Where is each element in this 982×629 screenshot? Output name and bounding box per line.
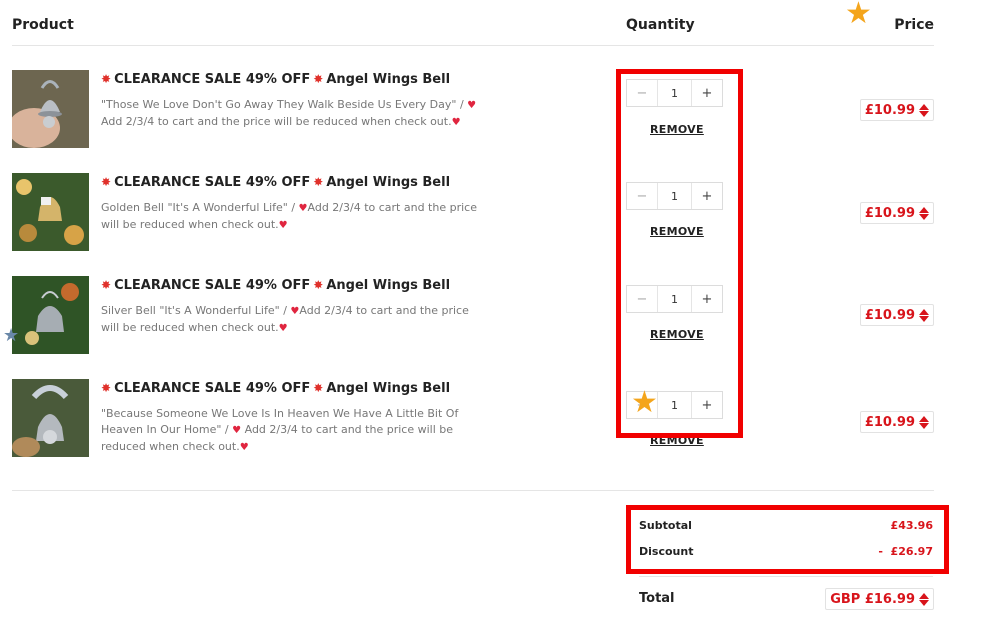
item-title[interactable]: ✸ CLEARANCE SALE 49% OFF ✸ Angel Wings Bell (101, 70, 450, 89)
divider (12, 490, 934, 491)
item-description: "Because Someone We Love Is In Heaven We… (101, 407, 459, 453)
total-value: GBP £16.99 (825, 588, 934, 610)
heart-icon: ♥ (451, 117, 461, 128)
cart-item-1: ✸ CLEARANCE SALE 49% OFF ✸ Angel Wings Bell… (12, 70, 934, 154)
header-product: Product (12, 17, 74, 33)
total-label: Total (639, 591, 675, 606)
item-price: £10.99 (859, 411, 934, 433)
item-title[interactable]: ✸ CLEARANCE SALE 49% OFF ✸ Angel Wings Bell (101, 379, 450, 398)
item-description: "Those We Love Don't Go Away They Walk B… (101, 98, 477, 128)
product-image[interactable] (12, 173, 89, 251)
star-icon: ★ (631, 385, 658, 420)
burst-icon: ✸ (101, 175, 112, 189)
burst-icon: ✸ (101, 381, 112, 395)
burst-icon: ✸ (313, 72, 324, 86)
product-image[interactable] (12, 379, 89, 457)
product-image[interactable] (12, 70, 89, 148)
heart-icon: ♥ (239, 442, 249, 453)
heart-icon: ♥ (278, 220, 288, 231)
star-icon: ★ (3, 325, 20, 346)
burst-icon: ✸ (101, 72, 112, 86)
divider (12, 45, 934, 46)
sort-arrows-icon (919, 103, 929, 117)
cart-item-3: ✸ CLEARANCE SALE 49% OFF ✸ Angel Wings Bell… (12, 276, 934, 360)
heart-icon: ♥ (298, 203, 308, 214)
item-title[interactable]: ✸ CLEARANCE SALE 49% OFF ✸ Angel Wings Bell (101, 173, 450, 192)
highlight-box-summary (626, 505, 949, 574)
heart-icon: ♥ (278, 323, 288, 334)
sort-arrows-icon (919, 592, 929, 606)
cart-item-2: ✸ CLEARANCE SALE 49% OFF ✸ Angel Wings Bell… (12, 173, 934, 257)
sort-arrows-icon (919, 308, 929, 322)
item-price: £10.99 (859, 304, 934, 326)
burst-icon: ✸ (313, 381, 324, 395)
item-description: Golden Bell "It's A Wonderful Life" / ♥A… (101, 201, 477, 231)
burst-icon: ✸ (313, 278, 324, 292)
burst-icon: ✸ (313, 175, 324, 189)
item-title[interactable]: ✸ CLEARANCE SALE 49% OFF ✸ Angel Wings Bell (101, 276, 450, 295)
item-price: £10.99 (859, 202, 934, 224)
header-quantity: Quantity (626, 17, 695, 33)
heart-icon: ♥ (232, 425, 242, 436)
header-price: Price (894, 17, 934, 33)
star-icon: ★ (845, 0, 872, 31)
cart-item-4: ✸ CLEARANCE SALE 49% OFF ✸ Angel Wings Bell… (12, 379, 934, 463)
item-description: Silver Bell "It's A Wonderful Life" / ♥A… (101, 304, 469, 334)
product-image[interactable] (12, 276, 89, 354)
sort-arrows-icon (919, 415, 929, 429)
item-price: £10.99 (859, 99, 934, 121)
burst-icon: ✸ (101, 278, 112, 292)
sort-arrows-icon (919, 206, 929, 220)
divider (639, 576, 933, 577)
heart-icon: ♥ (467, 100, 477, 111)
highlight-box-quantity (616, 69, 743, 438)
